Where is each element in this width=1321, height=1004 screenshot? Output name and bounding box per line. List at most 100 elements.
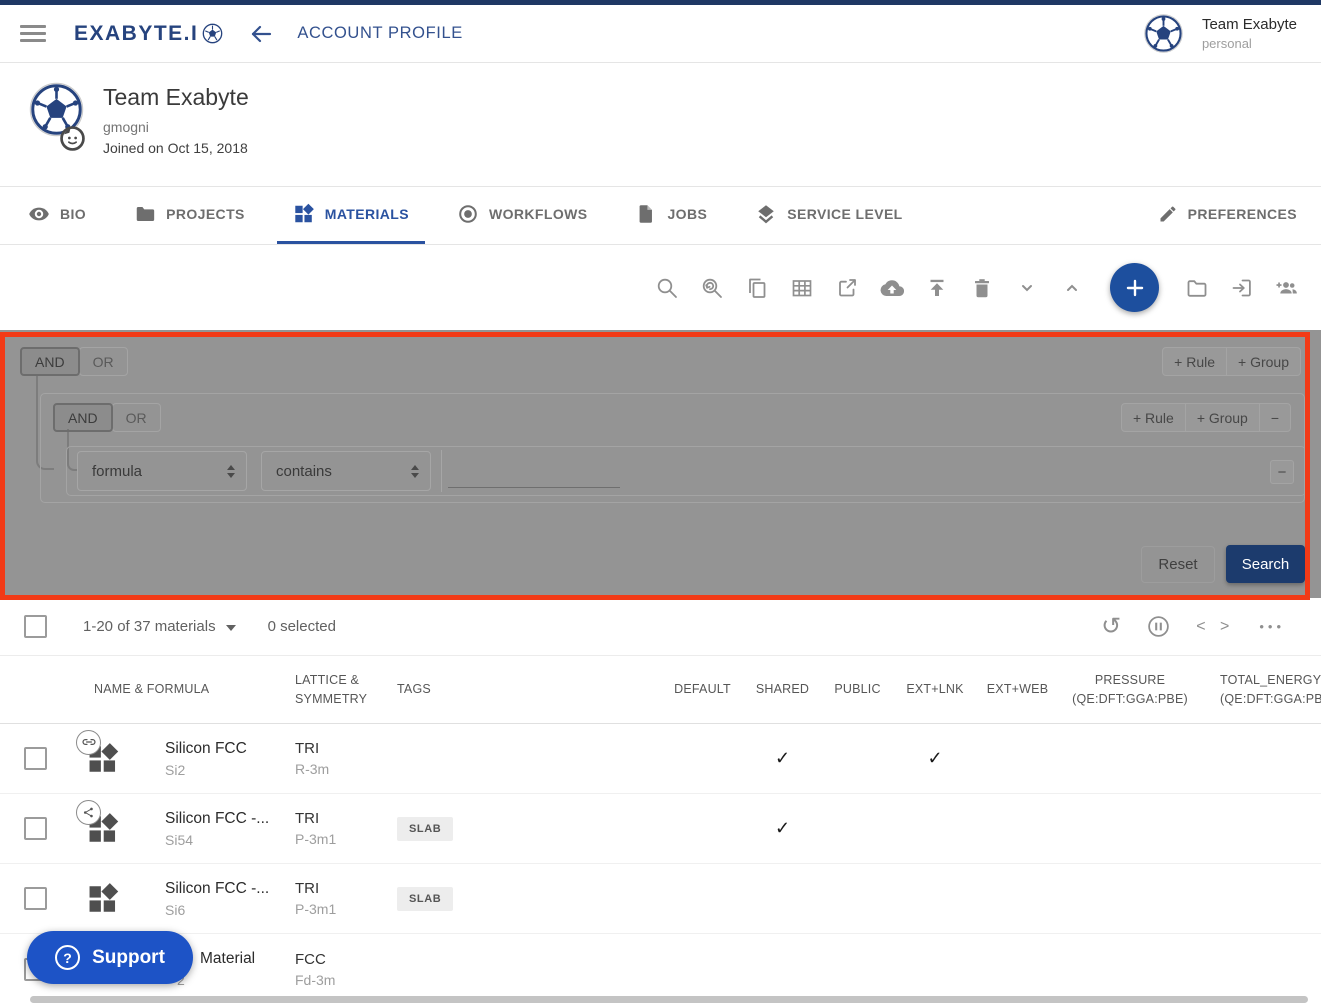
page-title: ACCOUNT PROFILE (297, 24, 462, 43)
rule-operator-value: contains (276, 463, 332, 480)
account-switcher[interactable]: Team Exabyte personal (1143, 13, 1297, 54)
chevron-down-icon[interactable] (1015, 276, 1039, 300)
column-header-shared[interactable]: SHARED (745, 680, 820, 699)
menu-icon[interactable] (20, 21, 46, 46)
selected-count-label: 0 selected (268, 618, 336, 635)
material-name[interactable]: Silicon FCC (165, 740, 295, 758)
row-checkbox[interactable] (24, 887, 47, 910)
add-material-button[interactable] (1110, 263, 1159, 312)
results-bar: 1-20 of 37 materials 0 selected ↺ < > ••… (0, 598, 1321, 656)
tab-projects[interactable]: PROJECTS (118, 187, 261, 244)
root-or-button[interactable]: OR (79, 347, 128, 376)
select-arrows-icon (411, 465, 419, 478)
table-row[interactable]: Material 2 FCC Fd-3m (0, 934, 1321, 1004)
rule-operator-select[interactable]: contains (261, 451, 431, 491)
root-add-rule-button[interactable]: + Rule (1162, 347, 1227, 376)
table-row[interactable]: Silicon FCC Si2 TRI R-3m ✓ ✓ (0, 724, 1321, 794)
support-label: Support (92, 947, 165, 969)
import-icon[interactable] (1230, 276, 1254, 300)
profile-section: Team Exabyte gmogni Joined on Oct 15, 20… (0, 63, 1321, 187)
tab-service-level-label: SERVICE LEVEL (787, 206, 902, 222)
tab-bio[interactable]: BIO (12, 187, 102, 244)
remove-rule-button[interactable]: − (1270, 460, 1294, 484)
back-arrow-icon[interactable] (249, 22, 273, 46)
tab-jobs[interactable]: JOBS (619, 187, 723, 244)
nested-rule-group: AND OR + Rule + Group − formula contains… (40, 393, 1305, 503)
zoom-history-icon[interactable] (700, 276, 724, 300)
query-builder-panel: AND OR + Rule + Group AND OR + Rule + Gr… (0, 330, 1321, 598)
row-checkbox[interactable] (24, 747, 47, 770)
material-name[interactable]: Material (200, 950, 295, 968)
material-name[interactable]: Silicon FCC -... (165, 810, 295, 828)
material-name[interactable]: Silicon FCC -... (165, 880, 295, 898)
rule-field-select[interactable]: formula (77, 451, 247, 491)
symmetry-group: P-3m1 (295, 901, 385, 917)
symmetry-group: P-3m1 (295, 831, 385, 847)
folder-icon (134, 203, 156, 225)
upload-icon[interactable] (925, 276, 949, 300)
tab-workflows-label: WORKFLOWS (489, 206, 587, 222)
brand-text: EXABYTE.I (74, 22, 198, 46)
select-arrows-icon (227, 465, 235, 478)
profile-joined-date: Joined on Oct 15, 2018 (103, 140, 249, 156)
table-row[interactable]: Silicon FCC -... Si54 TRI P-3m1 SLAB ✓ (0, 794, 1321, 864)
nested-add-group-button[interactable]: + Group (1185, 403, 1260, 432)
nested-and-button[interactable]: AND (53, 403, 113, 432)
chevron-up-icon[interactable] (1060, 276, 1084, 300)
support-button[interactable]: ? Support (27, 931, 193, 984)
root-add-group-button[interactable]: + Group (1226, 347, 1301, 376)
search-button[interactable]: Search (1226, 545, 1305, 583)
reset-button[interactable]: Reset (1141, 546, 1215, 583)
results-count-dropdown[interactable]: 1-20 of 37 materials (83, 618, 236, 635)
rule-field-value: formula (92, 463, 142, 480)
nested-add-rule-button[interactable]: + Rule (1121, 403, 1186, 432)
nested-remove-group-button[interactable]: − (1259, 403, 1291, 432)
column-header-ext-web[interactable]: EXT+WEB (975, 680, 1060, 699)
material-formula: 2 (177, 972, 295, 988)
delete-icon[interactable] (970, 276, 994, 300)
tab-preferences[interactable]: PREFERENCES (1142, 187, 1313, 244)
soccer-ball-icon (202, 23, 223, 44)
tab-service-level[interactable]: SERVICE LEVEL (739, 187, 918, 244)
nested-or-button[interactable]: OR (112, 403, 161, 432)
search-icon[interactable] (655, 276, 679, 300)
column-header-pressure[interactable]: PRESSURE (QE:DFT:GGA:PBE) (1060, 671, 1200, 709)
results-count-label: 1-20 of 37 materials (83, 618, 216, 635)
tab-workflows[interactable]: WORKFLOWS (441, 187, 603, 244)
column-header-lattice[interactable]: LATTICE & SYMMETRY (295, 671, 385, 709)
root-group-operator-toggle: AND OR (20, 347, 128, 376)
radio-button-icon (457, 203, 479, 225)
tab-materials-label: MATERIALS (325, 206, 409, 222)
column-header-total-energy[interactable]: TOTAL_ENERGY (QE:DFT:GGA:PBE) (1200, 671, 1321, 709)
column-header-ext-lnk[interactable]: EXT+LNK (895, 680, 975, 699)
tab-materials[interactable]: MATERIALS (277, 187, 425, 244)
select-all-checkbox[interactable] (24, 615, 47, 638)
root-and-button[interactable]: AND (20, 347, 80, 376)
row-checkbox[interactable] (24, 817, 47, 840)
pause-icon[interactable] (1146, 614, 1171, 639)
table-grid-icon[interactable] (790, 276, 814, 300)
column-header-default[interactable]: DEFAULT (660, 680, 745, 699)
folder-move-icon[interactable] (1185, 276, 1209, 300)
column-header-tags[interactable]: TAGS (385, 680, 660, 699)
column-header-public[interactable]: PUBLIC (820, 680, 895, 699)
tab-preferences-label: PREFERENCES (1188, 206, 1297, 222)
cloud-upload-icon[interactable] (880, 276, 904, 300)
help-circle-icon: ? (55, 945, 80, 970)
table-row[interactable]: Silicon FCC -... Si6 TRI P-3m1 SLAB (0, 864, 1321, 934)
copy-icon[interactable] (745, 276, 769, 300)
layers-icon (755, 203, 777, 225)
group-add-icon[interactable] (1275, 276, 1299, 300)
horizontal-scrollbar[interactable] (30, 996, 1308, 1003)
profile-face-badge-icon (60, 126, 85, 151)
material-formula: Si6 (165, 902, 295, 918)
open-in-new-icon[interactable] (835, 276, 859, 300)
materials-toolbar (0, 245, 1321, 330)
column-header-name[interactable]: NAME & FORMULA (64, 680, 295, 699)
more-options-icon[interactable]: ••• (1259, 619, 1285, 634)
tab-projects-label: PROJECTS (166, 206, 245, 222)
refresh-icon[interactable]: ↺ (1101, 615, 1121, 639)
code-icon[interactable]: < > (1196, 618, 1234, 636)
brand-logo[interactable]: EXABYTE.I (74, 22, 223, 46)
rule-value-input[interactable] (448, 458, 620, 488)
